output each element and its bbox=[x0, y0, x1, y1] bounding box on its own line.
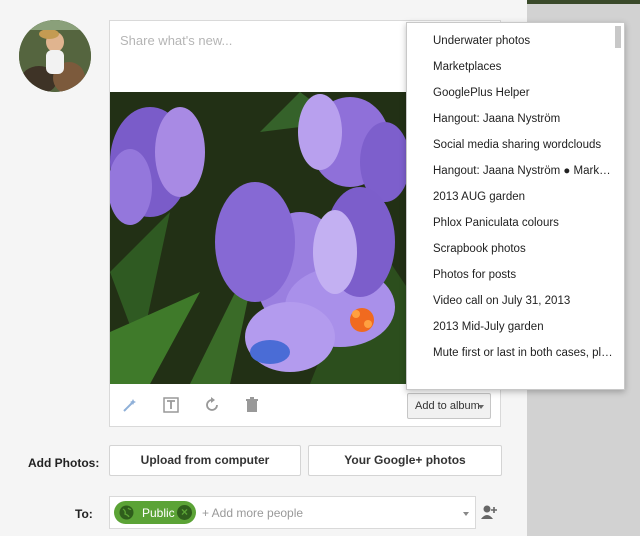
crocus-photo bbox=[110, 92, 410, 384]
scrollbar-thumb[interactable] bbox=[615, 26, 621, 48]
menu-item[interactable]: Hangout: Jaana Nyström ● Mark… bbox=[433, 165, 613, 185]
menu-scrollbar[interactable] bbox=[613, 24, 623, 388]
menu-item[interactable]: Underwater photos bbox=[433, 35, 613, 55]
menu-item[interactable]: Marketplaces bbox=[433, 61, 613, 81]
public-chip[interactable]: Public × bbox=[114, 501, 196, 524]
share-input[interactable]: Share what's new... bbox=[120, 33, 232, 48]
menu-item[interactable]: Phlox Paniculata colours bbox=[433, 217, 613, 237]
your-google-photos-button[interactable]: Your Google+ photos bbox=[308, 445, 502, 476]
to-label: To: bbox=[75, 507, 93, 521]
add-to-album-label: Add to album bbox=[415, 400, 480, 412]
public-chip-label: Public bbox=[142, 506, 175, 520]
auto-enhance-icon[interactable] bbox=[122, 397, 138, 413]
menu-item[interactable]: 2013 Mid-July garden bbox=[433, 321, 613, 341]
menu-item[interactable]: Video call on July 31, 2013 bbox=[433, 295, 613, 315]
photo-preview bbox=[110, 92, 410, 384]
chevron-down-icon bbox=[478, 405, 484, 409]
text-icon[interactable] bbox=[163, 397, 179, 413]
rotate-icon[interactable] bbox=[204, 397, 220, 413]
album-dropdown-menu: Underwater photos Marketplaces GooglePlu… bbox=[406, 22, 625, 390]
background-strip bbox=[527, 0, 640, 4]
menu-item[interactable]: Social media sharing wordclouds bbox=[433, 139, 613, 159]
menu-item[interactable]: Mute first or last in both cases, pl… bbox=[433, 347, 613, 367]
remove-icon[interactable]: × bbox=[177, 505, 192, 520]
menu-item[interactable]: Scrapbook photos bbox=[433, 243, 613, 263]
add-to-album-button[interactable]: Add to album bbox=[407, 393, 491, 419]
menu-item[interactable]: GooglePlus Helper bbox=[433, 87, 613, 107]
add-people-input[interactable]: + Add more people bbox=[202, 506, 303, 520]
avatar-image bbox=[19, 20, 91, 92]
chevron-down-icon[interactable] bbox=[463, 512, 469, 516]
upload-from-computer-button[interactable]: Upload from computer bbox=[109, 445, 301, 476]
add-person-icon[interactable] bbox=[480, 503, 498, 521]
add-photos-label: Add Photos: bbox=[28, 456, 100, 470]
menu-item[interactable]: Photos for posts bbox=[433, 269, 613, 289]
globe-icon bbox=[119, 505, 134, 520]
avatar bbox=[19, 20, 91, 92]
trash-icon[interactable] bbox=[244, 397, 260, 413]
menu-item[interactable]: 2013 AUG garden bbox=[433, 191, 613, 211]
recipients-field[interactable]: Public × + Add more people bbox=[109, 496, 476, 529]
menu-item[interactable]: Hangout: Jaana Nyström bbox=[433, 113, 613, 133]
